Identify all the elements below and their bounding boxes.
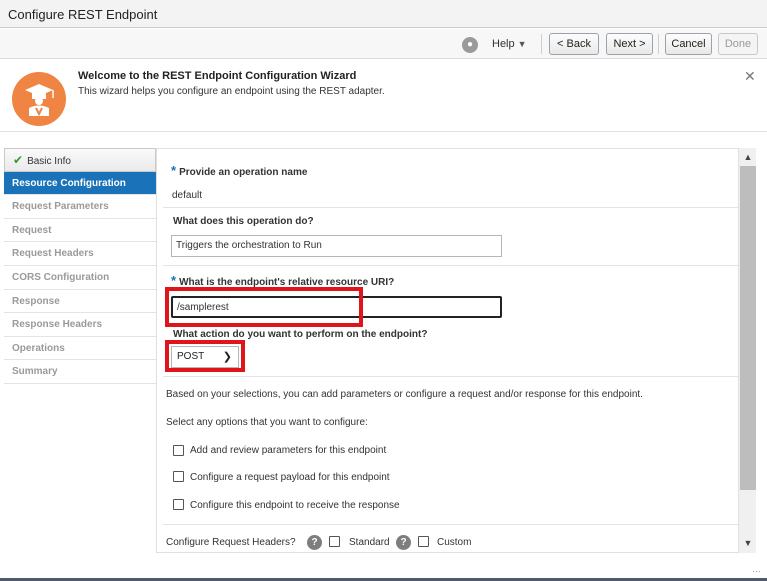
step-summary[interactable]: Summary: [4, 360, 156, 384]
custom-headers-label: Custom: [437, 537, 472, 548]
step-label: Response: [12, 295, 60, 307]
operation-desc-input[interactable]: Triggers the orchestration to Run: [171, 235, 502, 257]
operation-name-value: default: [172, 190, 203, 201]
resource-config-panel: * Provide an operation name default What …: [156, 148, 738, 553]
step-operations[interactable]: Operations: [4, 336, 156, 361]
scroll-down-icon[interactable]: ▼: [739, 535, 757, 551]
request-option-label: Configure a request payload for this end…: [190, 472, 390, 483]
step-resource-configuration[interactable]: Resource Configuration: [4, 171, 156, 196]
step-label: Summary: [12, 366, 58, 378]
step-response[interactable]: Response: [4, 289, 156, 314]
step-label: Request: [12, 224, 52, 236]
step-label: Resource Configuration: [12, 177, 126, 189]
step-request[interactable]: Request: [4, 218, 156, 243]
help-menu[interactable]: Help ▼: [492, 38, 527, 50]
step-basic-info[interactable]: ✔ Basic Info: [4, 148, 156, 172]
user-icon[interactable]: ●: [462, 37, 478, 53]
help-question-icon[interactable]: ?: [396, 535, 411, 550]
help-question-icon[interactable]: ?: [307, 535, 322, 550]
action-highlight-box: [165, 340, 245, 372]
operation-name-label-row: * Provide an operation name: [171, 163, 307, 178]
checkmark-icon: ✔: [13, 153, 24, 167]
toolbar-divider: [658, 34, 659, 54]
step-cors-configuration[interactable]: CORS Configuration: [4, 265, 156, 290]
uri-highlight-box: [165, 287, 363, 327]
scroll-thumb[interactable]: [740, 166, 756, 490]
divider: [163, 524, 738, 525]
operation-desc-label: What does this operation do?: [173, 216, 314, 227]
step-request-headers[interactable]: Request Headers: [4, 242, 156, 266]
window-titlebar: Configure REST Endpoint: [0, 0, 767, 28]
params-option-label: Add and review parameters for this endpo…: [190, 445, 387, 456]
back-button[interactable]: < Back: [549, 33, 599, 55]
step-label: Response Headers: [12, 319, 103, 331]
next-button[interactable]: Next >: [606, 33, 653, 55]
response-checkbox[interactable]: [173, 499, 184, 510]
operation-name-label: Provide an operation name: [179, 167, 308, 178]
welcome-banner: Welcome to the REST Endpoint Configurati…: [0, 60, 767, 132]
response-option-label: Configure this endpoint to receive the r…: [190, 500, 400, 511]
required-asterisk: *: [171, 163, 177, 178]
step-label: Request Headers: [12, 248, 94, 260]
step-label: CORS Configuration: [12, 271, 110, 283]
step-label: Request Parameters: [12, 201, 109, 213]
standard-headers-checkbox[interactable]: [329, 536, 340, 547]
uri-label-row: * What is the endpoint's relative resourc…: [171, 273, 394, 288]
required-asterisk: *: [171, 273, 177, 288]
resize-grip-icon[interactable]: ⋯: [752, 566, 761, 577]
cancel-button[interactable]: Cancel: [665, 33, 712, 55]
caret-down-icon: ▼: [517, 39, 527, 49]
welcome-title: Welcome to the REST Endpoint Configurati…: [78, 70, 357, 82]
done-button[interactable]: Done: [718, 33, 758, 55]
step-label: Basic Info: [27, 156, 71, 167]
wizard-toolbar: ● Help ▼ < Back Next > Cancel Done: [0, 29, 767, 59]
panel-scrollbar[interactable]: ▲ ▼: [738, 148, 756, 553]
toolbar-divider: [541, 34, 542, 54]
divider: [163, 376, 738, 377]
step-response-headers[interactable]: Response Headers: [4, 313, 156, 337]
wizard-steps: ✔ Basic Info Resource Configuration Reque…: [4, 148, 156, 384]
help-menu-label: Help: [492, 38, 515, 50]
request-checkbox[interactable]: [173, 471, 184, 482]
welcome-description: This wizard helps you configure an endpo…: [78, 86, 385, 97]
step-label: Operations: [12, 342, 65, 354]
options-label: Select any options that you want to conf…: [166, 417, 368, 428]
step-request-parameters[interactable]: Request Parameters: [4, 195, 156, 219]
standard-headers-label: Standard: [349, 537, 390, 548]
graduate-icon: [12, 72, 66, 126]
headers-label: Configure Request Headers?: [166, 537, 296, 548]
divider: [163, 207, 738, 208]
close-icon[interactable]: ✕: [744, 68, 756, 85]
info-text: Based on your selections, you can add pa…: [166, 389, 643, 400]
params-checkbox[interactable]: [173, 445, 184, 456]
custom-headers-checkbox[interactable]: [418, 536, 429, 547]
divider: [163, 265, 738, 266]
window-title: Configure REST Endpoint: [8, 7, 158, 22]
scroll-up-icon[interactable]: ▲: [739, 149, 757, 165]
action-label: What action do you want to perform on th…: [173, 329, 428, 340]
